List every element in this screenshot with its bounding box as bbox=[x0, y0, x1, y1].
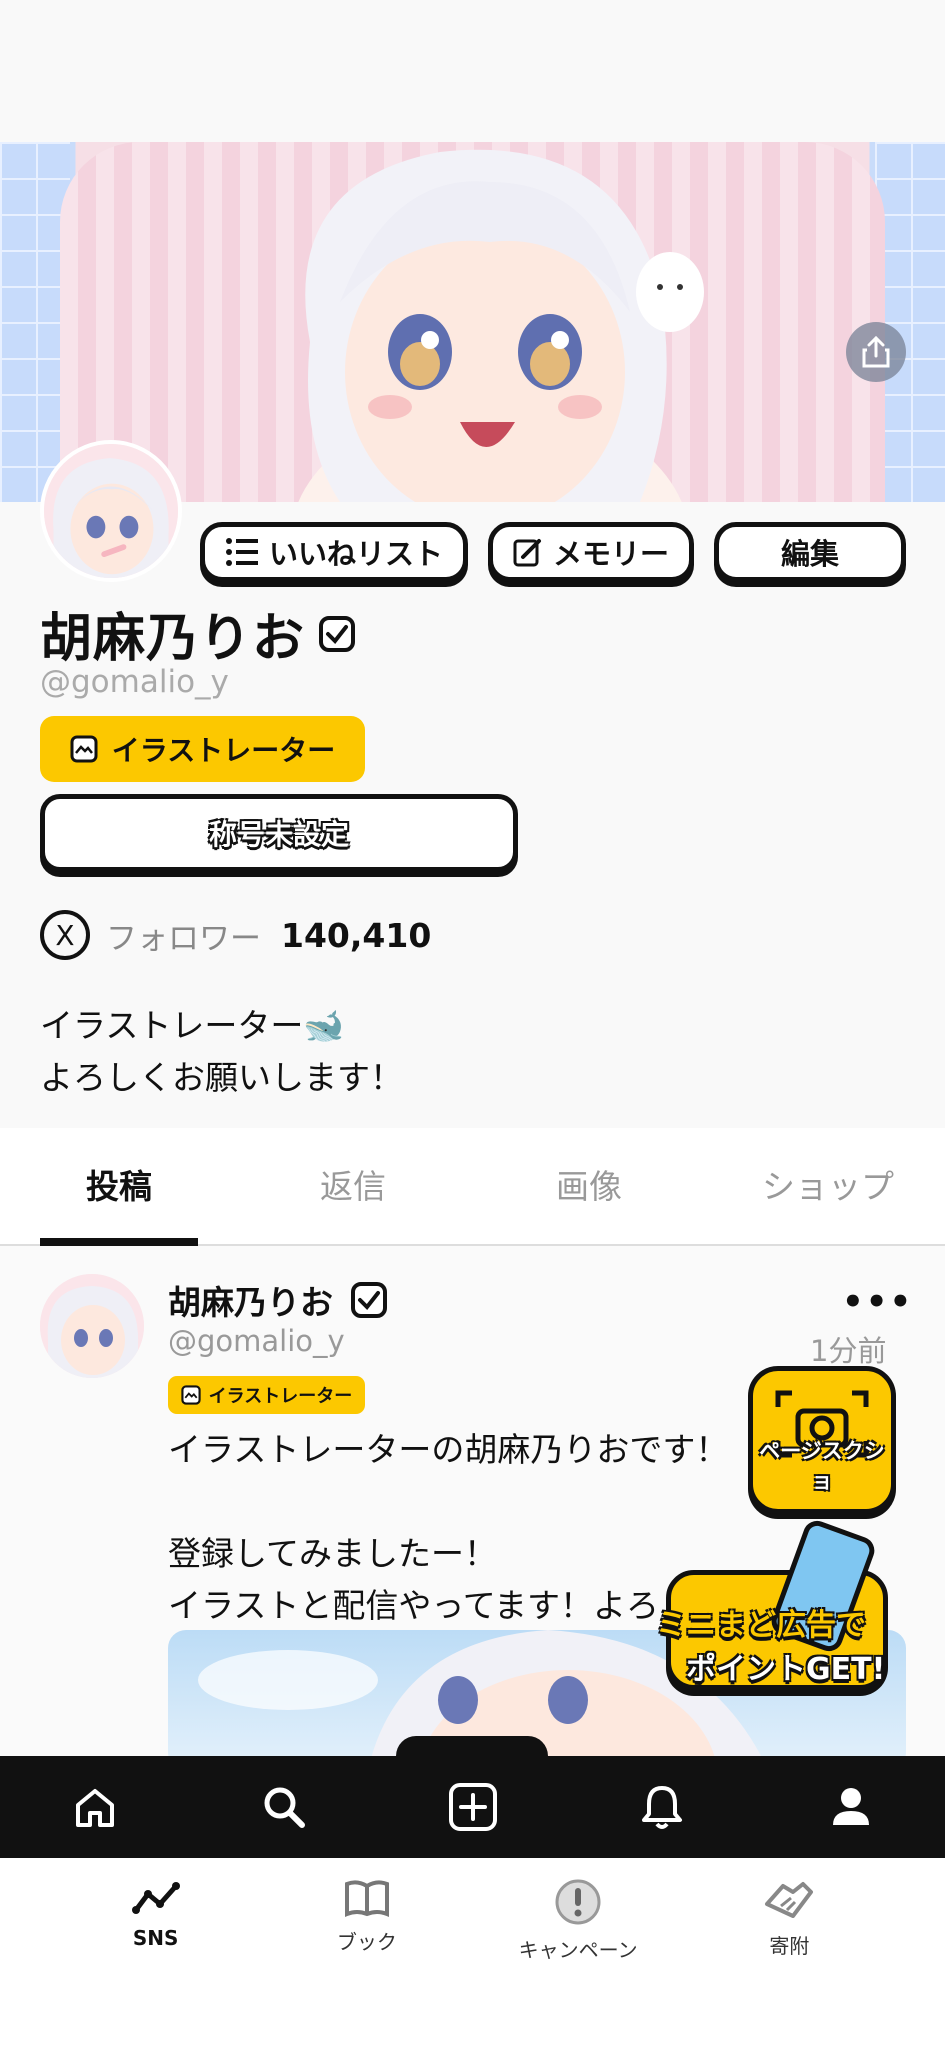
title-setting-button[interactable]: 称号未設定 bbox=[40, 794, 518, 872]
profile-bio: イラストレーター🐋 よろしくお願いします！ bbox=[40, 1000, 403, 1104]
home-button[interactable] bbox=[55, 1767, 135, 1847]
page-screenshot-button[interactable]: ページスクショ bbox=[748, 1366, 896, 1514]
nav-campaign-label: キャンペーン bbox=[518, 1938, 638, 1962]
edit-label: 編集 bbox=[780, 537, 839, 571]
action-bar bbox=[0, 1756, 945, 1858]
active-tab-indicator bbox=[40, 1238, 198, 1246]
share-button[interactable] bbox=[846, 322, 906, 382]
home-icon bbox=[75, 1789, 114, 1827]
book-icon bbox=[344, 1880, 389, 1917]
likes-list-label: いいねリスト bbox=[268, 537, 443, 571]
title-label: 称号未設定 bbox=[208, 818, 349, 851]
nav-donation[interactable]: 寄附 bbox=[699, 1858, 879, 2048]
post-role-label: イラストレーター bbox=[208, 1386, 353, 1407]
post-author-name[interactable]: 胡麻乃りお bbox=[168, 1276, 333, 1324]
memory-button[interactable]: メモリー bbox=[488, 522, 694, 582]
mini-ad-button[interactable]: ミニまど広告で ポイントGET! bbox=[656, 1516, 888, 1716]
tab-images[interactable]: 画像 bbox=[556, 1160, 622, 1208]
likes-list-button[interactable]: いいねリスト bbox=[200, 522, 468, 582]
sns-icon bbox=[131, 1882, 180, 1914]
user-icon bbox=[832, 1788, 869, 1825]
list-icon bbox=[225, 538, 258, 566]
avatar-image bbox=[44, 444, 178, 578]
tab-shop[interactable]: ショップ bbox=[762, 1160, 894, 1208]
new-post-button[interactable] bbox=[433, 1767, 513, 1847]
bottom-navigation: SNS ブック キャンペーン 寄附 bbox=[0, 1858, 945, 2048]
nav-sns[interactable]: SNS bbox=[66, 1858, 246, 2048]
bell-icon bbox=[641, 1786, 682, 1829]
follower-count: 140,410 bbox=[281, 915, 432, 955]
role-badge-label: イラストレーター bbox=[111, 734, 336, 767]
screenshot-label: ページスクショ bbox=[759, 1439, 885, 1493]
nav-book-label: ブック bbox=[336, 1930, 397, 1954]
x-icon: X bbox=[40, 910, 90, 960]
post-author-row: 胡麻乃りお bbox=[168, 1276, 387, 1324]
campaign-icon bbox=[555, 1879, 601, 1925]
search-icon bbox=[264, 1787, 305, 1828]
memory-label: メモリー bbox=[552, 537, 669, 571]
banner-illustration bbox=[298, 149, 704, 502]
nav-sns-label: SNS bbox=[132, 1926, 179, 1950]
nav-donation-label: 寄附 bbox=[769, 1934, 810, 1958]
post-avatar[interactable] bbox=[40, 1274, 144, 1378]
ad-line-1: ミニまど広告で bbox=[656, 1608, 866, 1643]
role-badge: イラストレーター bbox=[40, 716, 365, 782]
status-bar-area bbox=[0, 0, 945, 142]
profile-button[interactable] bbox=[811, 1767, 891, 1847]
post-timestamp: 1分前 bbox=[810, 1334, 887, 1368]
profile-tabs: 投稿 返信 画像 ショップ bbox=[0, 1128, 945, 1246]
share-icon bbox=[862, 336, 890, 368]
nav-campaign[interactable]: キャンペーン bbox=[488, 1858, 668, 2048]
illustrator-icon bbox=[181, 1385, 201, 1405]
profile-handle: @gomalio_y bbox=[40, 664, 229, 700]
search-button[interactable] bbox=[244, 1767, 324, 1847]
post-role-badge: イラストレーター bbox=[168, 1376, 365, 1414]
profile-avatar[interactable] bbox=[40, 440, 182, 582]
verified-check-icon bbox=[319, 615, 356, 652]
verified-check-icon bbox=[351, 1282, 387, 1318]
follower-label: フォロワー bbox=[106, 920, 261, 957]
follower-row[interactable]: X フォロワー 140,410 bbox=[40, 910, 431, 960]
bio-line-1: イラストレーター🐋 bbox=[40, 1006, 345, 1045]
edit-profile-button[interactable]: 編集 bbox=[714, 522, 906, 582]
illustrator-icon bbox=[70, 735, 98, 763]
plus-square-icon bbox=[448, 1783, 497, 1831]
ad-line-2: ポイントGET! bbox=[686, 1652, 886, 1687]
donation-icon bbox=[765, 1882, 814, 1918]
tab-replies[interactable]: 返信 bbox=[320, 1160, 386, 1208]
post-author-handle: @gomalio_y bbox=[168, 1324, 345, 1358]
profile-name: 胡麻乃りお bbox=[40, 609, 306, 669]
post-body: イラストレーターの胡麻乃りおです！ 登録してみましたー！ イラストと配信やってま… bbox=[168, 1430, 729, 1625]
notifications-button[interactable] bbox=[622, 1767, 702, 1847]
profile-name-row: 胡麻乃りお bbox=[40, 596, 356, 671]
tab-posts[interactable]: 投稿 bbox=[86, 1160, 152, 1208]
more-options-icon[interactable]: ••• bbox=[842, 1282, 913, 1322]
nav-book[interactable]: ブック bbox=[277, 1858, 457, 2048]
bio-line-2: よろしくお願いします！ bbox=[40, 1058, 403, 1097]
edit-note-icon bbox=[513, 539, 541, 567]
